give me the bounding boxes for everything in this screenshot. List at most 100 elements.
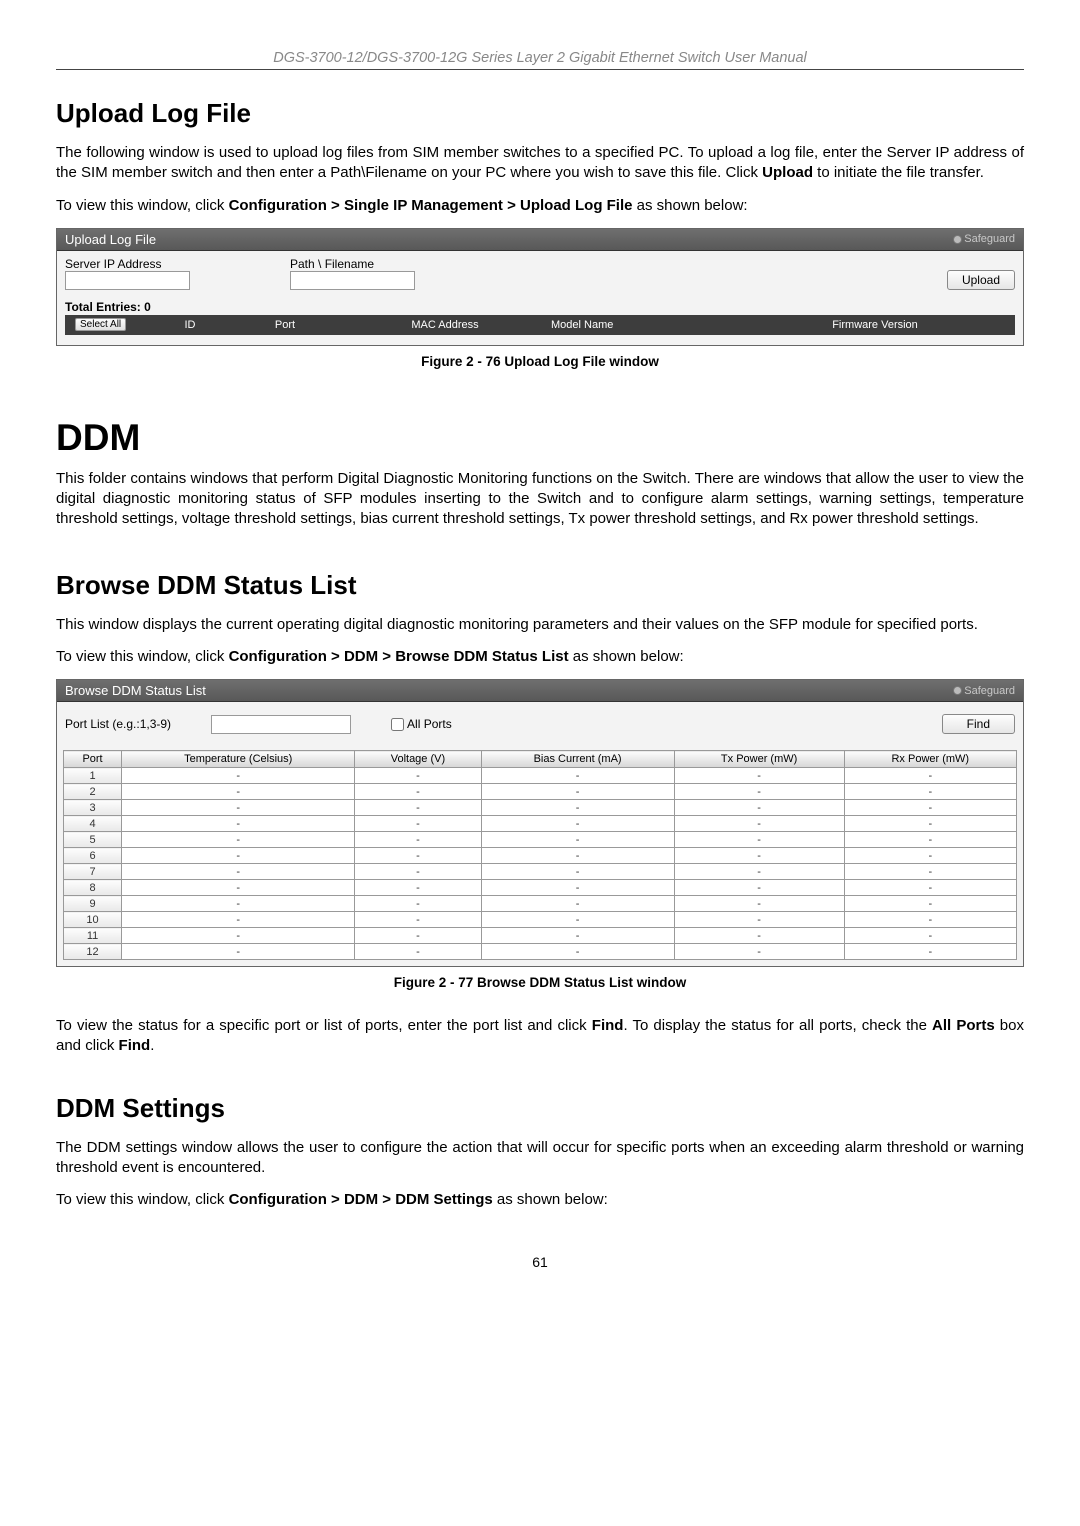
cell-value: - [481, 880, 674, 896]
table-row: 2----- [64, 784, 1017, 800]
upload-desc-post: to initiate the file transfer. [813, 164, 984, 181]
cell-value: - [844, 880, 1016, 896]
entries-header-row: Select All ID Port MAC Address Model Nam… [65, 315, 1015, 335]
cell-value: - [122, 784, 355, 800]
cell-value: - [122, 800, 355, 816]
ddm-settings-desc: The DDM settings window allows the user … [56, 1138, 1024, 1179]
cell-value: - [355, 848, 481, 864]
ddms-nav-bold: Configuration > DDM > DDM Settings [229, 1191, 493, 1208]
find-button[interactable]: Find [942, 714, 1015, 734]
cell-value: - [481, 784, 674, 800]
safeguard-text-browse: Safeguard [964, 685, 1015, 697]
cell-value: - [122, 848, 355, 864]
t1: To view the status for a specific port o… [56, 1017, 592, 1034]
figure-caption-76: Figure 2 - 76 Upload Log File window [56, 354, 1024, 369]
cell-value: - [844, 928, 1016, 944]
table-row: 12----- [64, 944, 1017, 960]
browse-nav-pre: To view this window, click [56, 648, 229, 665]
col-header: Bias Current (mA) [481, 751, 674, 768]
cell-port: 5 [64, 832, 122, 848]
doc-header: DGS-3700-12/DGS-3700-12G Series Layer 2 … [56, 50, 1024, 70]
port-list-input[interactable] [211, 715, 351, 734]
safeguard-text: Safeguard [964, 233, 1015, 245]
cell-port: 6 [64, 848, 122, 864]
port-list-label: Port List (e.g.:1,3-9) [65, 717, 171, 731]
cell-value: - [355, 816, 481, 832]
cell-value: - [481, 912, 674, 928]
table-row: 7----- [64, 864, 1017, 880]
upload-nav-bold: Configuration > Single IP Management > U… [229, 197, 633, 214]
cell-value: - [481, 896, 674, 912]
browse-after-text: To view the status for a specific port o… [56, 1016, 1024, 1057]
figure-browse-ddm: Browse DDM Status List Safeguard Port Li… [56, 679, 1024, 967]
browse-nav-post: as shown below: [569, 648, 684, 665]
col-port: Port [225, 319, 345, 331]
figure-upload-log-file: Upload Log File Safeguard Server IP Addr… [56, 228, 1024, 346]
heading-ddm: DDM [56, 417, 1024, 459]
ddm-status-table: PortTemperature (Celsius)Voltage (V)Bias… [63, 750, 1017, 960]
cell-value: - [674, 800, 844, 816]
cell-value: - [844, 864, 1016, 880]
cell-value: - [122, 768, 355, 784]
t3: . To display the status for all ports, c… [623, 1017, 932, 1034]
total-entries-label: Total Entries: 0 [65, 300, 1015, 314]
cell-value: - [844, 896, 1016, 912]
ddm-settings-nav: To view this window, click Configuration… [56, 1190, 1024, 1210]
cell-value: - [122, 880, 355, 896]
cell-value: - [481, 768, 674, 784]
figure-caption-77: Figure 2 - 77 Browse DDM Status List win… [56, 975, 1024, 990]
cell-port: 9 [64, 896, 122, 912]
cell-value: - [844, 784, 1016, 800]
heading-browse-ddm: Browse DDM Status List [56, 570, 1024, 601]
panel-titlebar: Upload Log File Safeguard [57, 229, 1023, 251]
upload-button[interactable]: Upload [947, 270, 1015, 290]
safeguard-badge-browse: Safeguard [953, 685, 1015, 697]
cell-value: - [481, 816, 674, 832]
page-number: 61 [56, 1254, 1024, 1270]
table-row: 5----- [64, 832, 1017, 848]
cell-value: - [844, 944, 1016, 960]
table-row: 1----- [64, 768, 1017, 784]
cell-value: - [355, 928, 481, 944]
cell-value: - [122, 944, 355, 960]
col-header: Temperature (Celsius) [122, 751, 355, 768]
panel-titlebar-browse: Browse DDM Status List Safeguard [57, 680, 1023, 702]
cell-value: - [355, 864, 481, 880]
cell-port: 10 [64, 912, 122, 928]
cell-value: - [122, 928, 355, 944]
cell-value: - [674, 816, 844, 832]
all-ports-option[interactable]: All Ports [391, 717, 452, 731]
server-ip-input[interactable] [65, 271, 190, 290]
safeguard-badge: Safeguard [953, 233, 1015, 245]
all-ports-checkbox[interactable] [391, 718, 404, 731]
cell-value: - [355, 896, 481, 912]
table-row: 11----- [64, 928, 1017, 944]
upload-nav-post: as shown below: [633, 197, 748, 214]
cell-value: - [481, 864, 674, 880]
safeguard-icon [953, 686, 962, 695]
table-header-row: PortTemperature (Celsius)Voltage (V)Bias… [64, 751, 1017, 768]
cell-value: - [481, 944, 674, 960]
browse-ddm-nav: To view this window, click Configuration… [56, 647, 1024, 667]
cell-value: - [122, 832, 355, 848]
table-row: 6----- [64, 848, 1017, 864]
cell-port: 3 [64, 800, 122, 816]
cell-value: - [355, 880, 481, 896]
select-all-button[interactable]: Select All [75, 318, 126, 331]
server-ip-label: Server IP Address [65, 257, 190, 271]
col-id: ID [155, 319, 225, 331]
ddms-nav-pre: To view this window, click [56, 1191, 229, 1208]
cell-value: - [481, 832, 674, 848]
path-filename-input[interactable] [290, 271, 415, 290]
upload-desc-bold: Upload [762, 164, 813, 181]
table-row: 8----- [64, 880, 1017, 896]
ddm-description: This folder contains windows that perfor… [56, 469, 1024, 530]
col-header: Port [64, 751, 122, 768]
cell-port: 2 [64, 784, 122, 800]
cell-value: - [355, 768, 481, 784]
browse-ddm-desc: This window displays the current operati… [56, 615, 1024, 635]
cell-port: 4 [64, 816, 122, 832]
panel-title-browse: Browse DDM Status List [65, 683, 206, 698]
cell-port: 11 [64, 928, 122, 944]
table-row: 3----- [64, 800, 1017, 816]
